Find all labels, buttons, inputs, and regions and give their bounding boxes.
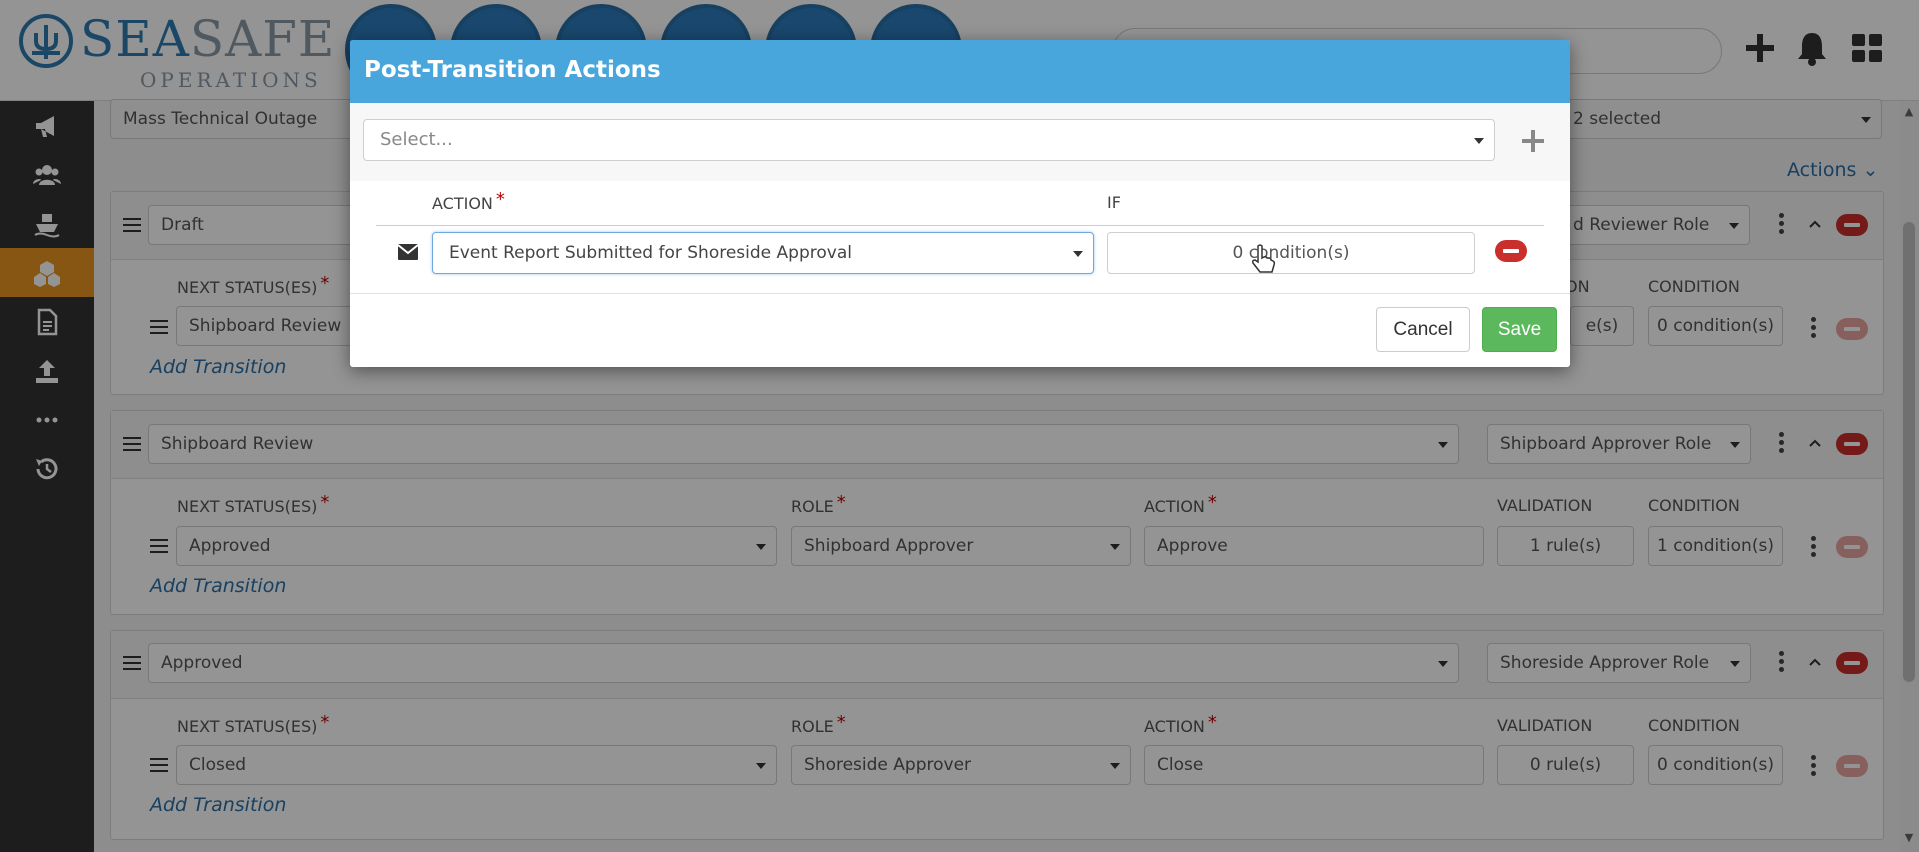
remove-post-action-button[interactable] [1495, 240, 1527, 262]
modal-header: Post-Transition Actions [350, 40, 1570, 103]
add-action-plus-icon[interactable] [1522, 130, 1544, 152]
modal-action-column-label: ACTION * [432, 189, 505, 213]
envelope-icon [397, 244, 419, 260]
post-action-dropdown[interactable]: Event Report Submitted for Shoreside App… [432, 232, 1094, 274]
save-button[interactable]: Save [1482, 307, 1557, 352]
modal-footer-divider [350, 293, 1570, 294]
modal-if-column-label: IF [1107, 193, 1121, 212]
action-select-dropdown[interactable]: Select... [363, 119, 1495, 161]
modal-title: Post-Transition Actions [364, 57, 661, 83]
modal-table-divider [376, 225, 1544, 226]
hand-cursor-icon [1252, 244, 1276, 273]
cancel-button[interactable]: Cancel [1376, 307, 1470, 352]
post-action-if-conditions-button[interactable]: 0 condition(s) [1107, 232, 1475, 274]
